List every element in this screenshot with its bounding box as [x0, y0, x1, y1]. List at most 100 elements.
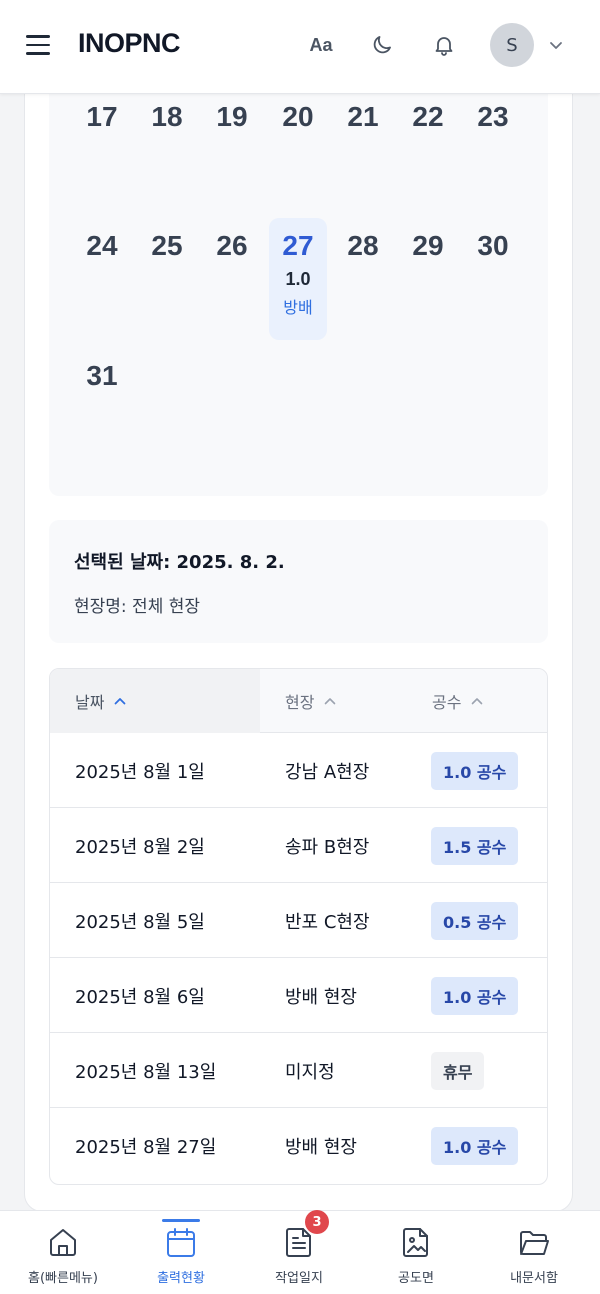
nav-my-documents[interactable]: 내문서함 — [474, 1211, 594, 1294]
day-work-hours: 1.0 — [285, 269, 311, 289]
chevron-down-icon[interactable] — [547, 36, 565, 54]
calendar-day[interactable]: 29 — [399, 227, 457, 349]
day-number: 28 — [347, 230, 379, 261]
moon-icon — [373, 36, 391, 54]
calendar-day[interactable]: 19 — [203, 98, 261, 220]
day-number: 29 — [412, 230, 444, 261]
table-row[interactable]: 2025년 8월 1일 강남 A현장 1.0 공수 — [50, 733, 547, 808]
row-count: 휴무 — [431, 1033, 485, 1108]
day-number: 27 — [282, 230, 314, 261]
calendar-day[interactable]: 21 — [334, 98, 392, 220]
chevron-up-icon — [325, 698, 336, 705]
selection-info: 선택된 날짜: 2025. 8. 2. 현장명: 전체 현장 — [49, 520, 548, 643]
app-brand: INOPNC — [78, 28, 181, 58]
nav-label: 내문서함 — [510, 1271, 558, 1286]
day-number: 21 — [347, 101, 379, 132]
row-site: 방배 현장 — [285, 1136, 357, 1158]
table-row[interactable]: 2025년 8월 5일 반포 C현장 0.5 공수 — [50, 883, 547, 958]
row-date: 2025년 8월 27일 — [75, 1136, 217, 1158]
calendar-day[interactable]: 28 — [334, 227, 392, 349]
row-count: 0.5 공수 — [431, 883, 519, 958]
work-count-badge: 1.0 공수 — [431, 751, 519, 790]
row-site: 방배 현장 — [285, 986, 357, 1008]
bell-icon — [435, 37, 453, 56]
day-number: 23 — [477, 101, 509, 132]
calendar-day[interactable]: 23 — [464, 98, 522, 220]
calendar-day[interactable]: 25 — [138, 227, 196, 349]
notifications-button[interactable] — [426, 27, 462, 63]
row-site: 미지정 — [285, 1061, 335, 1083]
row-count: 1.0 공수 — [431, 733, 519, 808]
calendar-day[interactable]: 17 — [73, 98, 131, 220]
row-date: 2025년 8월 5일 — [75, 911, 205, 933]
day-number: 24 — [86, 230, 118, 261]
day-number: 22 — [412, 101, 444, 132]
font-size-button[interactable]: Aa — [303, 27, 339, 63]
column-label: 공수 — [432, 693, 462, 712]
table-row[interactable]: 2025년 8월 27일 방배 현장 1.0 공수 — [50, 1108, 547, 1183]
calendar-day[interactable]: 26 — [203, 227, 261, 349]
bottom-navigation: 홈(빠른메뉴) 출력현황 작업일지 공도면 내문서함 — [0, 1210, 600, 1294]
day-number: 25 — [151, 230, 183, 261]
home-icon — [50, 1229, 76, 1256]
sort-by-count-header[interactable]: 공수 — [420, 669, 547, 733]
attendance-table: 날짜 현장 공수 2025년 8월 1일 강남 A현장 1.0 공수 2025년… — [49, 668, 548, 1185]
sort-by-date-header[interactable]: 날짜 — [50, 669, 260, 733]
day-site-name: 방배 — [283, 298, 313, 317]
calendar-day[interactable]: 30 — [464, 227, 522, 349]
table-row[interactable]: 2025년 8월 6일 방배 현장 1.0 공수 — [50, 958, 547, 1033]
menu-icon[interactable] — [26, 35, 50, 55]
work-count-badge: 1.0 공수 — [431, 976, 519, 1015]
work-count-badge: 1.0 공수 — [431, 1126, 519, 1165]
notification-count-badge: 3 — [305, 1210, 329, 1234]
calendar-day[interactable]: 31 — [73, 357, 131, 479]
row-site: 강남 A현장 — [285, 761, 370, 783]
day-off-badge: 휴무 — [431, 1051, 485, 1090]
calendar-day[interactable]: 24 — [73, 227, 131, 349]
row-site: 반포 C현장 — [285, 911, 370, 933]
day-number: 17 — [86, 101, 118, 132]
day-number: 26 — [216, 230, 248, 261]
row-count: 1.0 공수 — [431, 1108, 519, 1183]
chevron-up-icon — [115, 698, 126, 705]
row-count: 1.0 공수 — [431, 958, 519, 1033]
row-date: 2025년 8월 6일 — [75, 986, 205, 1008]
selected-date-label: 선택된 날짜: 2025. 8. 2. — [74, 552, 285, 573]
nav-label: 공도면 — [398, 1271, 434, 1286]
day-number: 19 — [216, 101, 248, 132]
work-count-badge: 1.5 공수 — [431, 826, 519, 865]
chevron-up-icon — [472, 698, 483, 705]
calendar-day[interactable]: 18 — [138, 98, 196, 220]
nav-label: 출력현황 — [157, 1271, 205, 1286]
table-row[interactable]: 2025년 8월 2일 송파 B현장 1.5 공수 — [50, 808, 547, 883]
work-count-badge: 0.5 공수 — [431, 901, 519, 940]
day-number: 30 — [477, 230, 509, 261]
calendar-icon — [167, 1228, 195, 1257]
calendar-day[interactable]: 20 — [269, 98, 327, 220]
day-number: 20 — [282, 101, 314, 132]
app-header: INOPNC Aa S — [0, 0, 600, 94]
row-site: 송파 B현장 — [285, 836, 370, 858]
day-number: 18 — [151, 101, 183, 132]
calendar-day-selected[interactable]: 27 1.0 방배 — [269, 218, 327, 340]
avatar[interactable]: S — [490, 23, 534, 67]
row-count: 1.5 공수 — [431, 808, 519, 883]
active-indicator — [162, 1219, 200, 1222]
nav-label: 홈(빠른메뉴) — [28, 1271, 98, 1286]
nav-label: 작업일지 — [275, 1271, 323, 1286]
dark-mode-toggle[interactable] — [364, 27, 400, 63]
nav-attendance[interactable]: 출력현황 — [121, 1211, 241, 1294]
row-date: 2025년 8월 13일 — [75, 1061, 217, 1083]
table-row[interactable]: 2025년 8월 13일 미지정 휴무 — [50, 1033, 547, 1108]
nav-home[interactable]: 홈(빠른메뉴) — [3, 1211, 123, 1294]
calendar-grid: 17 18 19 20 21 22 23 24 25 26 27 1.0 방배 … — [49, 60, 548, 496]
image-file-icon — [403, 1228, 428, 1257]
nav-drawings[interactable]: 공도면 — [356, 1211, 476, 1294]
row-date: 2025년 8월 1일 — [75, 761, 205, 783]
site-name-label: 현장명: 전체 현장 — [74, 597, 201, 617]
calendar-day[interactable]: 22 — [399, 98, 457, 220]
day-number: 31 — [86, 360, 118, 391]
table-header: 날짜 현장 공수 — [50, 669, 547, 733]
sort-by-site-header[interactable]: 현장 — [260, 669, 420, 733]
nav-work-log[interactable]: 작업일지 — [239, 1211, 359, 1294]
